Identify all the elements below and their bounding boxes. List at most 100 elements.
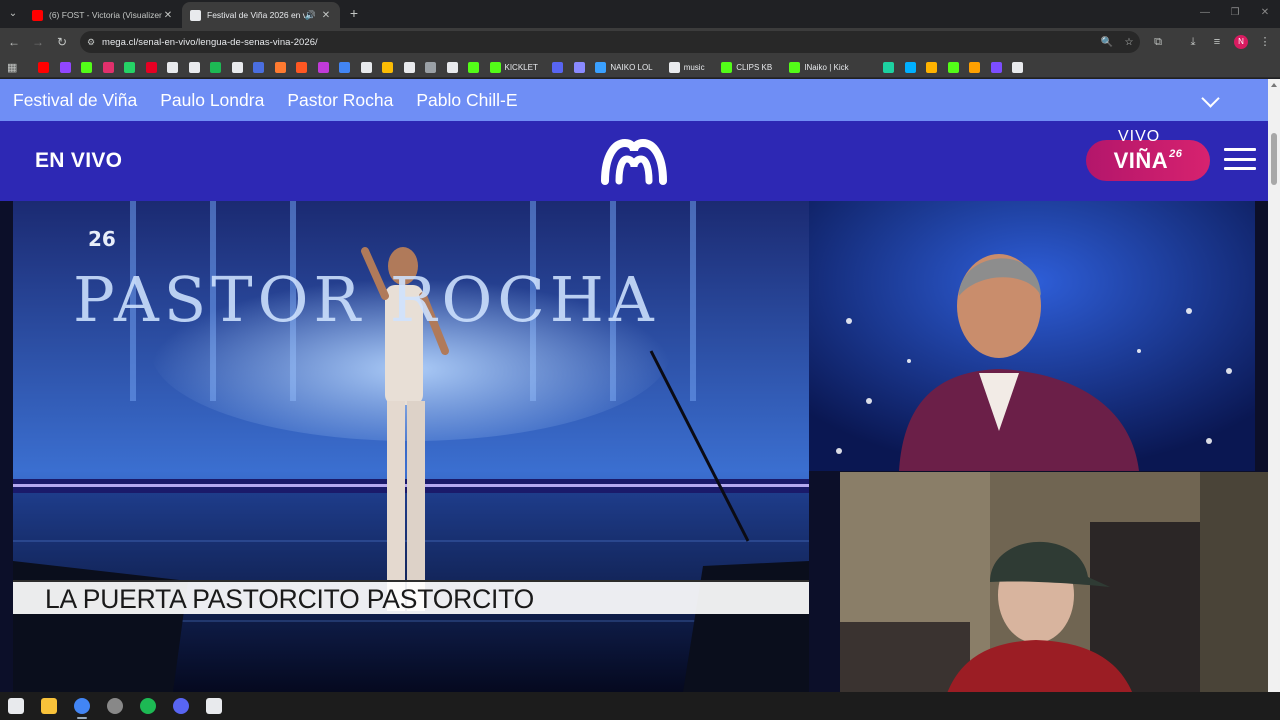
discord-icon[interactable] [173,698,189,714]
spotify-icon [210,61,221,73]
bookmark-item[interactable] [382,61,393,73]
tab-festival[interactable]: Festival de Viña 2026 en vivo 🔊 ✕ [182,2,340,28]
scroll-up-icon[interactable] [1271,83,1277,87]
file-explorer-icon[interactable] [41,698,57,714]
bookmark-item[interactable] [425,61,436,73]
bookmark-item[interactable] [102,61,114,73]
back-icon[interactable]: ← [7,35,21,49]
tab-youtube[interactable]: (6) FOST - Victoria (Visualizer) ✕ [24,2,182,28]
bookmark-item[interactable] [188,61,200,73]
bookmark-item[interactable] [210,61,221,73]
bookmark-item[interactable] [403,61,415,73]
address-bar[interactable]: ⚙ mega.cl/senal-en-vivo/lengua-de-senas-… [80,31,1140,53]
bookmark-item[interactable]: KICKLET [489,61,538,73]
forward-icon[interactable]: → [31,35,45,49]
vina-26-badge[interactable]: VIÑA 26 [1086,140,1210,181]
bookmark-item[interactable] [231,61,243,73]
speaker-icon[interactable]: 🔊 [305,10,316,21]
bookmark-item[interactable] [274,61,286,73]
bookmark-item[interactable] [339,61,350,73]
capcut-icon[interactable] [206,698,222,714]
tab-title: Festival de Viña 2026 en vivo [207,10,305,20]
site-info-icon[interactable]: ⚙ [80,37,102,48]
more-menu-icon[interactable]: ⋮ [1257,35,1273,51]
tab-strip: ⌄ (6) FOST - Victoria (Visualizer) ✕ Fes… [0,0,1280,28]
zoom-icon[interactable]: 🔍 [1096,37,1118,48]
bookmark-item[interactable] [947,61,959,73]
box-icon [947,61,959,73]
live-corner-label: VIVO [1118,128,1161,145]
chrome-icon[interactable] [74,698,90,719]
hamburger-menu-icon[interactable] [1224,148,1256,172]
bookmark-item[interactable] [81,61,92,73]
bookmark-star-icon[interactable]: ☆ [1118,37,1140,48]
extensions-icon[interactable]: ⧉ [1150,35,1166,51]
bookmark-item[interactable] [124,61,135,73]
bookmark-item[interactable] [969,61,981,73]
bookmark-item[interactable] [59,61,71,73]
live-video-player[interactable]: PASTOR ROCHA 26 [13,201,809,692]
bookmark-item[interactable]: music [668,61,705,73]
bookmark-item[interactable]: CLIPS KB [721,61,772,73]
tab-search-icon[interactable]: ⌄ [5,6,21,22]
bookmark-item[interactable] [253,61,264,73]
media-control-icon[interactable]: ≡ [1209,35,1225,51]
kick-icon [789,61,801,73]
chart-icon [904,61,916,73]
presenter-scene [809,201,1255,471]
bookmark-item[interactable] [38,61,49,73]
topic-pablo-chill-e[interactable]: Pablo Chill-E [416,90,517,111]
bookmark-item[interactable] [446,61,458,73]
bookmark-item[interactable] [145,61,157,73]
bookmark-item[interactable] [296,61,307,73]
bookmark-item[interactable] [1012,61,1024,73]
new-tab-icon[interactable]: + [346,5,362,21]
bookmark-item[interactable] [360,61,372,73]
restore-icon[interactable]: ❐ [1228,7,1242,19]
app-icon [317,61,329,73]
topic-paulo-londra[interactable]: Paulo Londra [160,90,264,111]
bookmark-item[interactable] [883,61,895,73]
webcam-overlay [840,472,1280,720]
mail-icon [382,61,393,73]
url-text[interactable]: mega.cl/senal-en-vivo/lengua-de-senas-vi… [102,37,1096,48]
topic-pastor-rocha[interactable]: Pastor Rocha [287,90,393,111]
instagram-icon [102,61,114,73]
close-tab-icon[interactable]: ✕ [162,10,174,21]
s-icon [231,61,243,73]
apps-grid-icon[interactable]: ▦ [7,61,17,74]
close-window-icon[interactable]: ✕ [1258,7,1272,19]
spotify-icon[interactable] [140,698,156,714]
topic-festival-de-vina[interactable]: Festival de Viña [13,90,137,111]
scroll-thumb[interactable] [1271,133,1277,185]
bookmark-item[interactable] [573,61,585,73]
screen: ⌄ (6) FOST - Victoria (Visualizer) ✕ Fes… [0,0,1280,720]
subtitle-text: LA PUERTA PASTORCITO PASTORCITO [45,584,535,614]
bookmark-item[interactable]: NAIKO LOL [595,61,653,73]
mega-logo[interactable] [601,137,667,185]
home-icon [274,61,286,73]
reload-icon[interactable]: ↻ [55,35,69,49]
topics-nav: Festival de Viña Paulo Londra Pastor Roc… [0,79,1268,121]
minimize-icon[interactable]: — [1198,7,1212,19]
close-tab-icon[interactable]: ✕ [320,10,332,21]
bookmark-item[interactable] [468,61,479,73]
youtube-icon [32,9,43,21]
windows-start-icon[interactable] [8,698,24,714]
bookmark-item[interactable] [926,61,938,73]
mega-favicon-icon [190,9,201,21]
bookmark-item[interactable] [904,61,916,73]
page-scrollbar[interactable] [1268,79,1280,692]
download-icon[interactable]: ⤓ [1185,35,1201,51]
profile-avatar[interactable]: N [1234,35,1248,49]
obs-icon[interactable] [107,698,123,714]
bookmark-item[interactable]: INaiko | Kick [789,61,849,73]
pinterest-icon [145,61,157,73]
bookmark-item[interactable] [167,61,178,73]
u-icon [969,61,981,73]
clips-icon [721,61,733,73]
bookmark-item[interactable] [552,61,564,73]
bookmark-item[interactable] [317,61,329,73]
chevron-down-icon[interactable] [1201,92,1218,109]
bookmark-item[interactable] [990,61,1002,73]
